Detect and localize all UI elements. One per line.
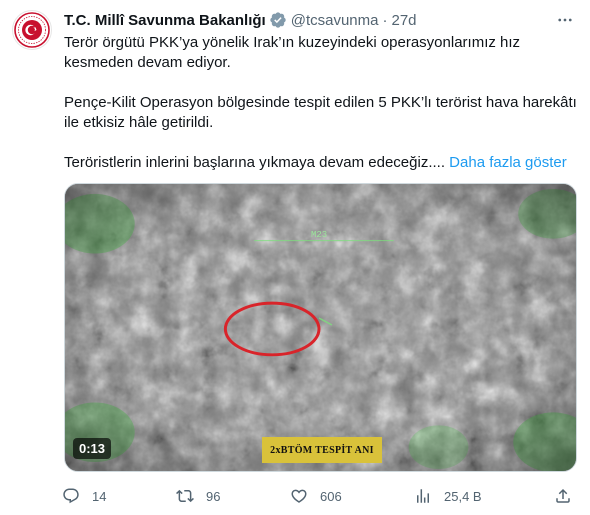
share-icon — [556, 488, 570, 503]
like-count: 606 — [320, 488, 342, 504]
show-more-link[interactable]: Daha fazla göster — [449, 154, 567, 171]
more-icon[interactable] — [554, 10, 576, 30]
drone-footage — [65, 184, 576, 471]
views-count: 25,4 B — [444, 488, 482, 504]
tweet-paragraph: Teröristlerin inlerini başlarına yıkmaya… — [64, 154, 445, 171]
like-button[interactable]: 606 — [290, 487, 342, 505]
views-button[interactable]: 25,4 B — [414, 487, 482, 505]
retweet-count: 96 — [206, 488, 221, 504]
tweet-paragraph-last: Teröristlerin inlerini başlarına yıkmaya… — [64, 153, 578, 173]
author-handle[interactable]: @tcsavunma — [291, 12, 379, 29]
tweet-paragraph: Pençe-Kilit Operasyon bölgesinde tespit … — [64, 94, 577, 131]
retweet-icon — [176, 489, 194, 503]
tweet-time[interactable]: 27d — [391, 12, 416, 29]
share-button[interactable] — [554, 487, 572, 505]
like-icon — [291, 489, 307, 503]
video-caption: 2xBTÖM TESPİT ANI — [262, 437, 382, 463]
tweet-actions: 14 96 606 25,4 B — [62, 486, 578, 506]
verified-icon — [269, 11, 287, 29]
reply-count: 14 — [92, 488, 107, 504]
video-duration: 0:13 — [73, 438, 112, 459]
avatar[interactable] — [12, 10, 52, 50]
tweet-paragraph: Terör örgütü PKK’ya yönelik Irak’ın kuze… — [64, 34, 521, 71]
tweet-text: Terör örgütü PKK’ya yönelik Irak’ın kuze… — [64, 33, 578, 173]
reply-icon — [63, 488, 79, 504]
tweet-header: T.C. Millî Savunma Bakanlığı @tcsavunma … — [64, 10, 576, 30]
separator: · — [382, 11, 388, 29]
hud-label: M23 — [311, 230, 328, 240]
ministry-logo-icon — [14, 12, 50, 48]
views-icon — [417, 489, 429, 503]
reply-button[interactable]: 14 — [62, 487, 106, 505]
video-player[interactable]: M23 0:13 2xBTÖM TESPİT ANI — [64, 183, 577, 472]
tweet-card[interactable]: T.C. Millî Savunma Bakanlığı @tcsavunma … — [0, 0, 590, 515]
retweet-button[interactable]: 96 — [176, 487, 220, 505]
author-name[interactable]: T.C. Millî Savunma Bakanlığı — [64, 12, 266, 29]
